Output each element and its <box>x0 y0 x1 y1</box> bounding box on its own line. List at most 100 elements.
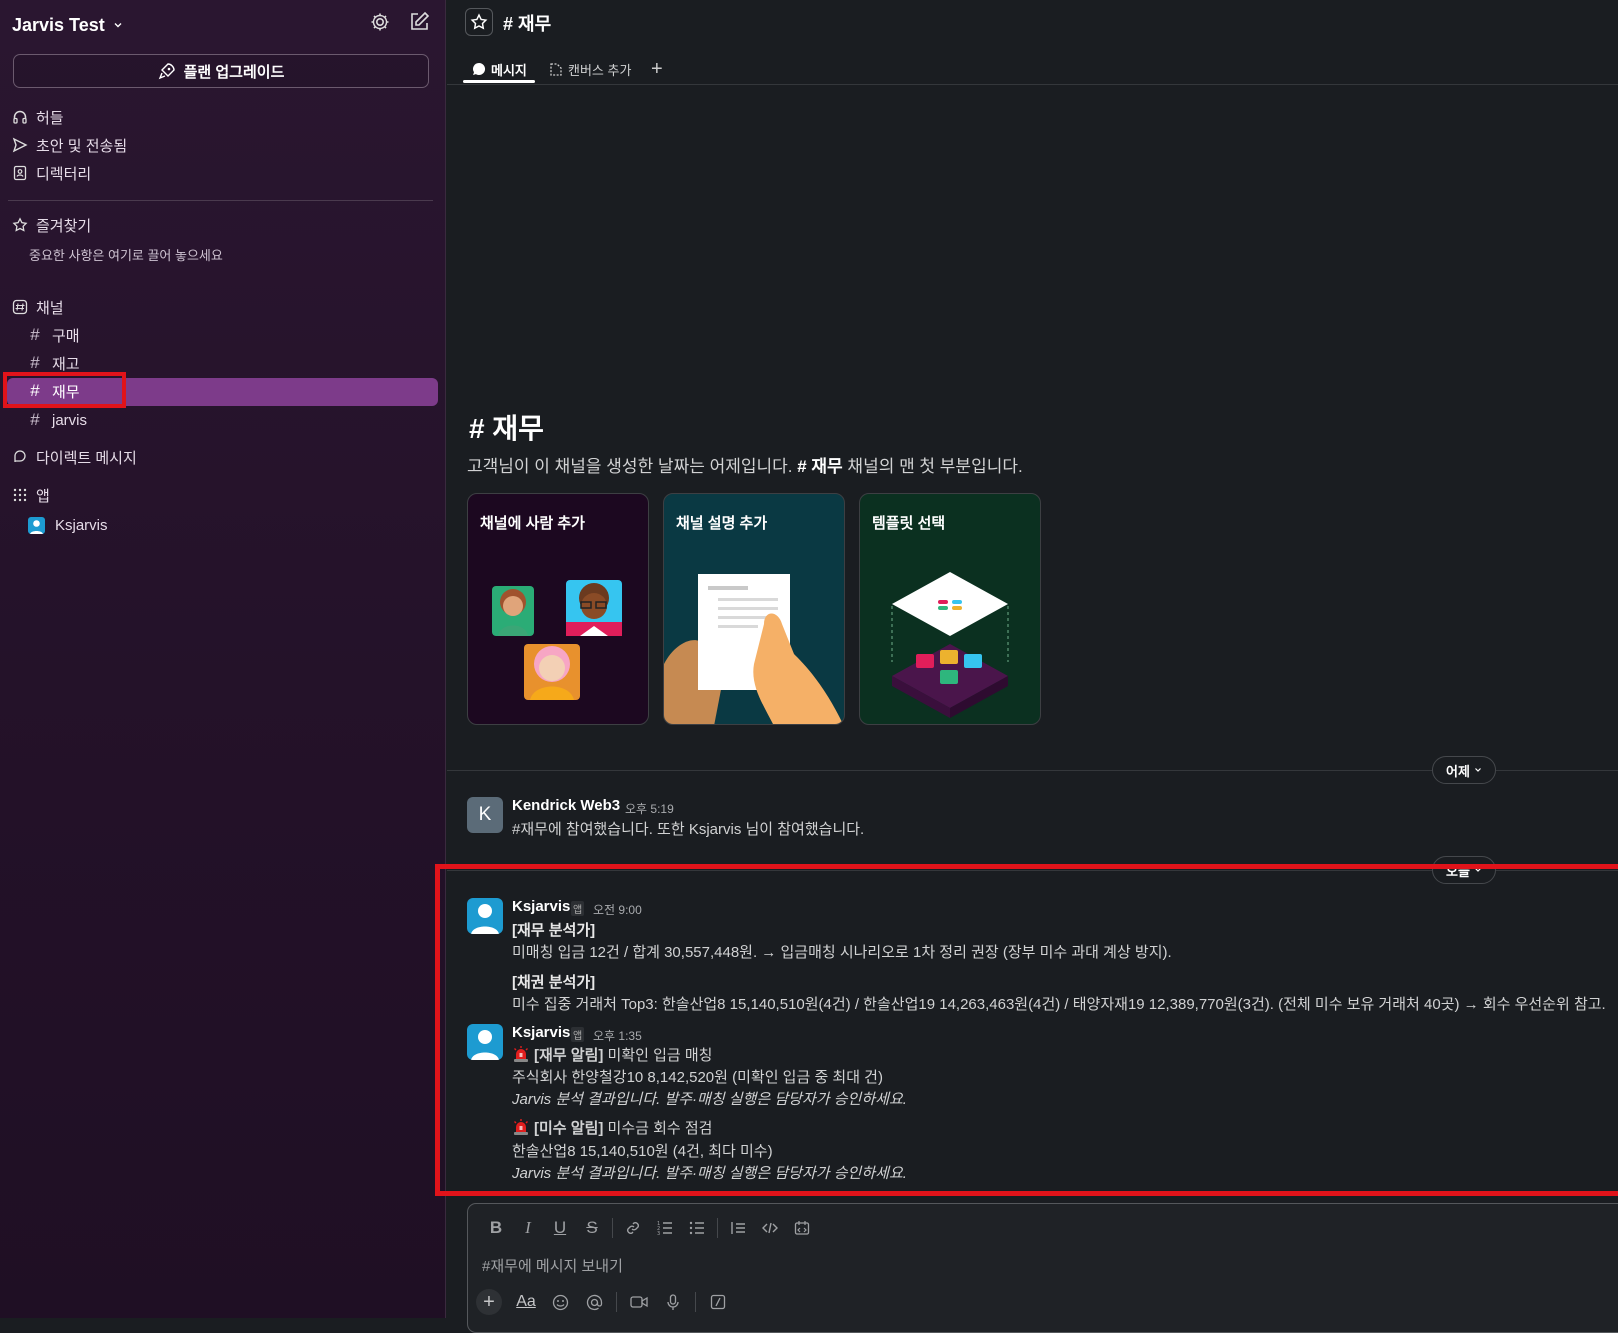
settings-gear-icon[interactable] <box>368 10 392 34</box>
nav-label: 즐겨찾기 <box>36 217 92 235</box>
svg-text:3: 3 <box>657 1231 660 1236</box>
mention-icon[interactable] <box>578 1288 610 1316</box>
nav-label: 허들 <box>36 109 64 127</box>
sidebar-app-ksjarvis[interactable]: Ksjarvis <box>28 512 108 538</box>
sidebar-divider <box>8 200 433 201</box>
nav-favorites[interactable]: 즐겨찾기 <box>12 213 91 237</box>
microphone-icon[interactable] <box>657 1288 689 1316</box>
card-title: 채널에 사람 추가 <box>480 515 585 532</box>
toolbar-separator <box>717 1218 718 1238</box>
sidebar-channel-purchase[interactable]: # 구매 <box>28 322 80 348</box>
day-label: 어제 <box>1446 763 1470 779</box>
blockquote-icon[interactable] <box>722 1214 754 1242</box>
apps-section[interactable]: 앱 <box>12 483 50 507</box>
formatting-toggle-icon[interactable]: Aa <box>510 1288 542 1316</box>
toolbar-separator <box>616 1292 617 1312</box>
underline-icon[interactable]: U <box>544 1214 576 1242</box>
channels-icon <box>12 299 28 315</box>
rocket-icon <box>158 63 175 80</box>
chevron-down-icon <box>114 23 122 28</box>
nav-label: 디렉터리 <box>36 165 92 183</box>
tab-messages[interactable]: 메시지 <box>472 56 527 82</box>
nav-directory[interactable]: 디렉터리 <box>12 161 91 185</box>
app-avatar <box>28 516 45 534</box>
formatting-toolbar: B I U S 123 <box>480 1214 818 1242</box>
star-icon <box>12 217 28 232</box>
intro-text: 고객님이 이 채널을 생성한 날짜는 어제입니다. # 재무 채널의 맨 첫 부… <box>467 452 1023 477</box>
headphones-icon <box>13 110 27 124</box>
video-icon[interactable] <box>623 1288 655 1316</box>
channel-label: 재고 <box>52 355 80 373</box>
intro-channel-ref: # 재무 <box>797 457 843 476</box>
add-tab-plus-icon[interactable]: + <box>651 56 663 82</box>
nav-label: 채널 <box>36 299 64 317</box>
directory-icon <box>13 165 27 181</box>
toolbar-separator <box>695 1292 696 1312</box>
favorites-hint: 중요한 사항은 여기로 끌어 놓으세요 <box>29 248 223 263</box>
star-icon <box>470 13 488 30</box>
nav-label: 초안 및 전송됨 <box>36 137 128 155</box>
channel-header: # 재무 메시지 캔버스 추가 + <box>447 0 1618 85</box>
tab-add-canvas[interactable]: 캔버스 추가 <box>548 56 631 82</box>
nav-drafts-sent[interactable]: 초안 및 전송됨 <box>12 133 127 157</box>
slash-command-icon[interactable] <box>702 1288 734 1316</box>
compose-icon[interactable] <box>407 10 431 34</box>
strikethrough-icon[interactable]: S <box>576 1214 608 1242</box>
tab-label: 메시지 <box>491 62 527 78</box>
bold-icon[interactable]: B <box>480 1214 512 1242</box>
card-title: 채널 설명 추가 <box>676 515 768 532</box>
direct-message-icon <box>14 450 26 462</box>
day-divider-yesterday[interactable]: 어제 <box>1432 756 1496 784</box>
intro-text-before: 고객님이 이 채널을 생성한 날짜는 어제입니다. <box>467 457 798 476</box>
card-add-people[interactable]: 채널에 사람 추가 <box>467 493 649 725</box>
intro-text-after: 채널의 맨 첫 부분입니다. <box>842 457 1023 476</box>
canvas-icon <box>550 62 562 76</box>
toolbar-separator <box>612 1218 613 1238</box>
message-time[interactable]: 오후 5:19 <box>625 800 674 817</box>
hash-icon: # <box>30 325 40 344</box>
italic-icon[interactable]: I <box>512 1214 544 1242</box>
message-text: #재무에 참여했습니다. 또한 Ksjarvis 님이 참여했습니다. <box>512 821 865 838</box>
composer-actions: + Aa <box>476 1288 734 1316</box>
message-composer: B I U S 123 #재무에 메시지 보내기 + Aa <box>467 1203 1618 1333</box>
sidebar: Jarvis Test 플랜 업그레이드 허들 초안 및 전송됨 디렉터리 즐겨… <box>0 0 446 1318</box>
nav-label: 앱 <box>36 487 50 505</box>
direct-messages-section[interactable]: 다이렉트 메시지 <box>12 445 137 469</box>
code-block-icon[interactable] <box>786 1214 818 1242</box>
attach-plus-icon[interactable]: + <box>476 1289 502 1315</box>
chevron-down-icon <box>1475 768 1481 772</box>
nav-label: 다이렉트 메시지 <box>36 449 137 467</box>
link-icon[interactable] <box>617 1214 649 1242</box>
star-channel-button[interactable] <box>465 8 493 36</box>
nav-huddles[interactable]: 허들 <box>12 105 64 129</box>
send-icon <box>12 137 28 153</box>
upgrade-label: 플랜 업그레이드 <box>183 63 285 81</box>
channels-section-header[interactable]: 채널 <box>12 295 64 319</box>
message-bubble-icon <box>473 62 486 75</box>
message-input[interactable]: #재무에 메시지 보내기 <box>482 1255 623 1276</box>
tab-label: 캔버스 추가 <box>568 62 632 78</box>
message-sender[interactable]: Kendrick Web3 <box>512 797 620 814</box>
channel-title[interactable]: # 재무 <box>503 10 551 36</box>
card-add-description[interactable]: 채널 설명 추가 <box>663 493 845 725</box>
card-title: 템플릿 선택 <box>872 515 946 532</box>
avatar[interactable]: K <box>467 797 503 833</box>
highlight-box-messages <box>435 864 1618 1196</box>
app-label: Ksjarvis <box>55 516 108 534</box>
workspace-name: Jarvis Test <box>12 14 105 35</box>
channel-label: 구매 <box>52 327 80 345</box>
hash-icon: # <box>30 353 40 372</box>
apps-grid-icon <box>13 488 27 502</box>
bullet-list-icon[interactable] <box>681 1214 713 1242</box>
emoji-icon[interactable] <box>544 1288 576 1316</box>
ordered-list-icon[interactable]: 123 <box>649 1214 681 1242</box>
card-choose-template[interactable]: 템플릿 선택 <box>859 493 1041 725</box>
upgrade-plan-button[interactable]: 플랜 업그레이드 <box>13 54 429 88</box>
active-tab-indicator <box>463 80 535 83</box>
code-icon[interactable] <box>754 1214 786 1242</box>
intro-title: # 재무 <box>469 413 544 444</box>
sidebar-channel-jarvis[interactable]: # jarvis <box>28 407 87 433</box>
highlight-box-channel <box>3 372 126 408</box>
hash-icon: # <box>30 410 40 429</box>
channel-label: jarvis <box>52 411 88 429</box>
